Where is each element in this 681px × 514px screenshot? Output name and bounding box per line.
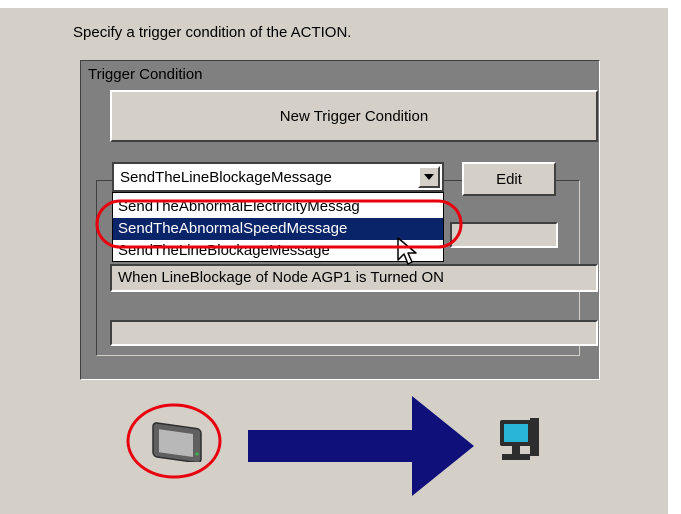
right-arrow-icon	[248, 396, 474, 496]
chevron-down-icon	[424, 174, 434, 180]
group-title: Trigger Condition	[88, 66, 203, 83]
condition-text-field[interactable]: When LineBlockage of Node AGP1 is Turned…	[110, 264, 598, 292]
empty-text-field[interactable]	[110, 320, 598, 346]
edit-button[interactable]: Edit	[462, 162, 556, 196]
top-margin	[0, 0, 681, 8]
new-trigger-condition-button[interactable]: New Trigger Condition	[110, 90, 598, 142]
secondary-field[interactable]	[450, 222, 558, 248]
highlight-ellipse	[95, 199, 463, 249]
condition-text: When LineBlockage of Node AGP1 is Turned…	[118, 269, 445, 286]
dialog-canvas: Specify a trigger condition of the ACTIO…	[0, 0, 681, 514]
combo-value: SendTheLineBlockageMessage	[120, 169, 332, 186]
display-device-icon	[152, 422, 202, 462]
trigger-combo-box[interactable]: SendTheLineBlockageMessage	[112, 162, 444, 192]
pc-monitor-icon	[500, 418, 539, 460]
dropdown-arrow-button[interactable]	[418, 166, 440, 188]
right-margin	[668, 0, 681, 514]
instruction-text: Specify a trigger condition of the ACTIO…	[73, 24, 352, 41]
